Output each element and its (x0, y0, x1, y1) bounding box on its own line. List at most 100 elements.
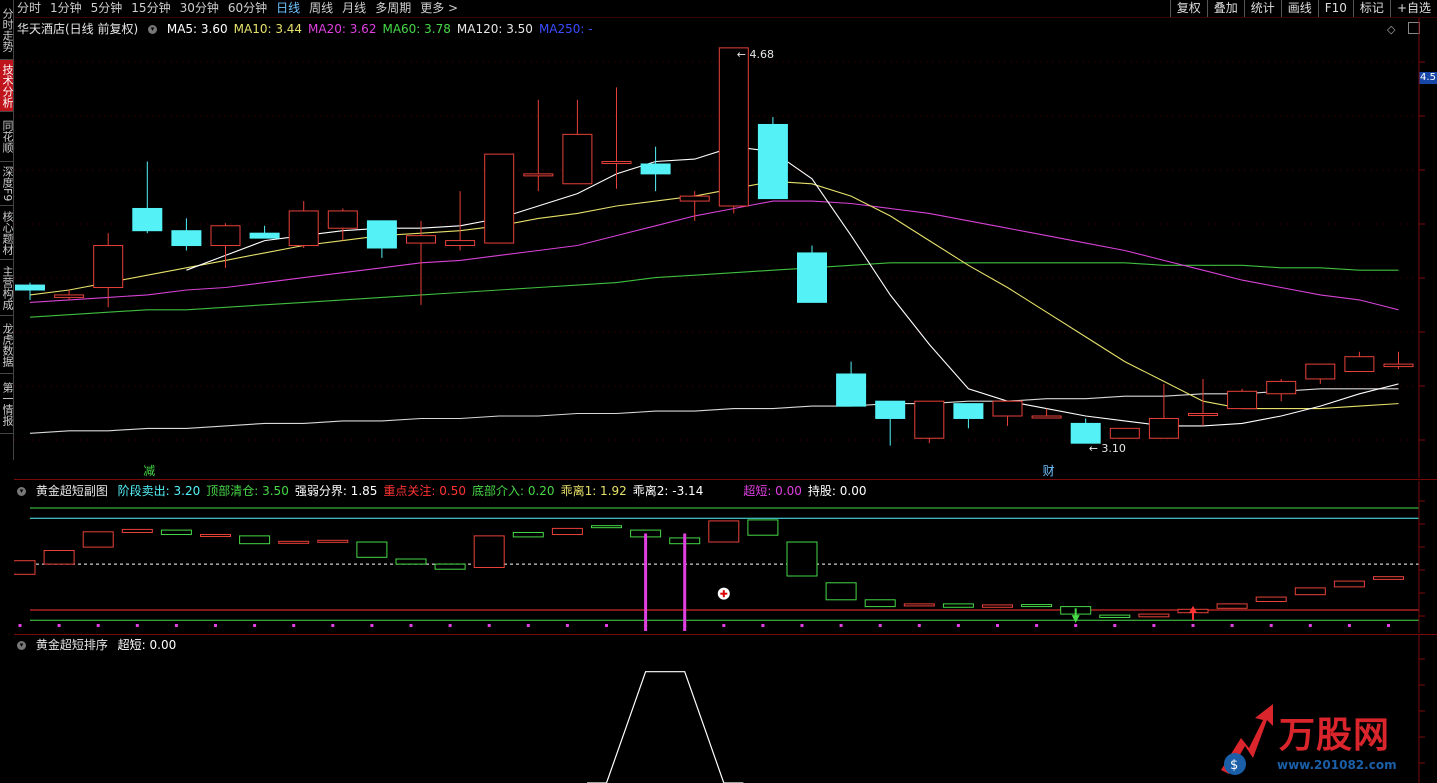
indicator-dot (253, 624, 257, 627)
indicator-box (1099, 614, 1131, 618)
candle (484, 153, 515, 244)
candle-body (875, 400, 906, 419)
candle (210, 223, 241, 268)
candle (93, 233, 124, 308)
candle-body (523, 173, 554, 177)
side-tab[interactable]: 核心题材 (0, 206, 13, 260)
indicator-dot (135, 624, 139, 627)
period-tab[interactable]: 30分钟 (180, 1, 219, 15)
tool-button[interactable]: 统计 (1243, 0, 1281, 17)
indicator-dot (214, 624, 217, 627)
indicator-dot (1347, 624, 1351, 627)
candle-body (679, 195, 710, 202)
period-tab[interactable]: 多周期 (375, 1, 411, 15)
indicator-dot (996, 624, 999, 627)
candle-body (1305, 363, 1336, 380)
candle-body (1227, 390, 1258, 410)
period-tab[interactable]: 1分钟 (50, 1, 82, 15)
indicator-dot (448, 624, 452, 627)
indicator-box (473, 535, 505, 569)
tool-button[interactable]: 复权 (1169, 0, 1207, 17)
candle-body (93, 245, 124, 289)
indicator-box (1021, 604, 1053, 608)
indicator-dot (1035, 624, 1039, 627)
tool-button[interactable]: 叠加 (1206, 0, 1244, 17)
side-tab[interactable]: 技术分析 (0, 60, 13, 112)
candle-body (757, 123, 788, 200)
extreme-price-label: ← 4.68 (737, 48, 774, 61)
side-tab-bar: 分时走势 技术分析 同花顺 深度F9 核心题材 主营构成 龙虎数据 第一情报 (0, 0, 14, 460)
period-tab[interactable]: 月线 (342, 1, 366, 15)
indicator-dot (839, 624, 843, 627)
indicator-dot (1230, 624, 1234, 627)
rank-line (587, 671, 744, 783)
indicator-box (317, 539, 349, 543)
tool-button[interactable]: 画线 (1280, 0, 1318, 17)
indicator-box (1373, 576, 1404, 580)
tool-button[interactable]: F10 (1317, 0, 1353, 17)
indicator-dot (878, 624, 882, 627)
candle (1070, 418, 1101, 444)
indicator-dot (409, 624, 413, 627)
indicator-box (1138, 613, 1170, 618)
indicator-dot (565, 624, 569, 627)
period-tab[interactable]: 周线 (309, 1, 333, 15)
ma20-line (29, 200, 1399, 311)
indicator-dot (761, 624, 765, 627)
candle (679, 191, 710, 221)
tool-button[interactable]: +自选 (1389, 0, 1437, 17)
indicator-dot (174, 624, 178, 627)
candle-body (1188, 413, 1218, 417)
candle (1148, 383, 1179, 439)
tool-button[interactable]: 标记 (1352, 0, 1390, 17)
kline-chart[interactable]: ← 4.68 ← 3.10 减 财 (14, 18, 1437, 478)
side-tab[interactable]: 主营构成 (0, 260, 13, 316)
period-tab[interactable]: 15分钟 (131, 1, 170, 15)
side-tab[interactable]: 深度F9 (0, 162, 13, 206)
candle-body (484, 153, 515, 244)
candle (1383, 351, 1414, 370)
candle (1109, 427, 1140, 439)
logo-url: www.201082.com (1277, 758, 1397, 772)
indicator-box (708, 520, 740, 543)
indicator-dot (96, 624, 100, 627)
indicator-dot (1269, 624, 1273, 627)
period-tab[interactable]: 5分钟 (91, 1, 123, 15)
svg-text:$: $ (1230, 758, 1238, 773)
candle (1188, 378, 1218, 426)
extreme-price-label: ← 3.10 (1089, 442, 1126, 455)
candle-body (601, 161, 632, 165)
indicator-box (551, 527, 583, 536)
candle (1266, 378, 1297, 402)
indicator-box (1294, 587, 1326, 596)
candle-body (54, 294, 85, 298)
indicator-box (356, 541, 388, 558)
candle (249, 225, 280, 239)
side-tab[interactable]: 第一情报 (0, 374, 13, 434)
ma60-line (29, 262, 1399, 318)
candle-body (562, 133, 593, 185)
candle (327, 208, 358, 241)
indicator-box (982, 604, 1013, 608)
candle (562, 99, 593, 185)
candle-body (836, 373, 867, 407)
indicator-box (1255, 596, 1287, 603)
period-tab[interactable]: 日线 (276, 1, 300, 15)
period-tab[interactable]: 更多 > (420, 1, 458, 15)
indicator-dot (487, 624, 491, 627)
logo-arrow-icon: $ (1221, 704, 1273, 775)
indicator-dot (331, 624, 335, 627)
side-tab[interactable]: 分时走势 (0, 0, 13, 60)
indicator-box (278, 540, 310, 544)
candle-body (797, 252, 827, 303)
period-tab[interactable]: 60分钟 (228, 1, 267, 15)
side-tab[interactable]: 同花顺 (0, 112, 13, 162)
indicator-dot (526, 624, 530, 627)
period-tab[interactable]: 分时 (17, 1, 41, 15)
signal-label: 财 (1043, 464, 1055, 478)
indicator-dot (1387, 624, 1390, 627)
side-tab[interactable]: 龙虎数据 (0, 316, 13, 374)
indicator-box (1333, 580, 1365, 588)
indicator-chart[interactable] (14, 481, 1437, 633)
indicator-box (591, 525, 622, 529)
